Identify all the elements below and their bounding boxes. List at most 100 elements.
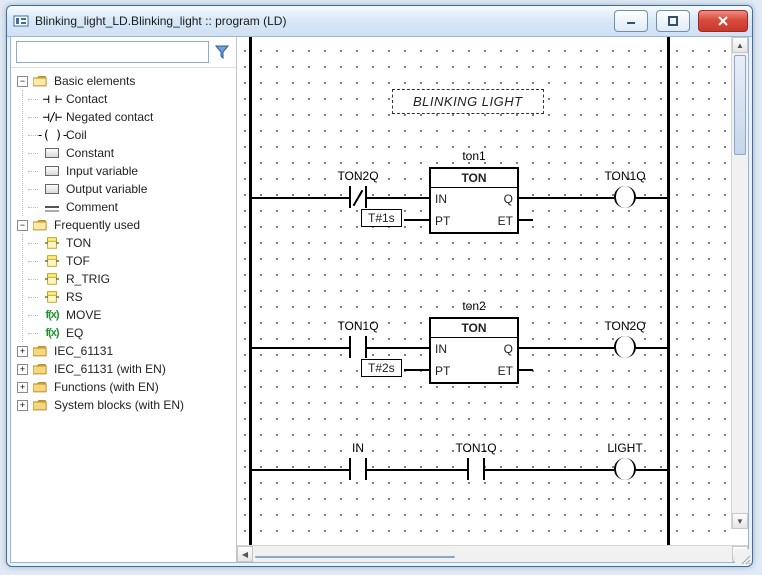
fb-pin: Q [504,192,513,206]
tree-item-label: Coil [64,126,89,144]
block-icon [44,163,60,179]
horizontal-scrollbar[interactable]: ◀ ▶ [237,545,748,562]
fb-pin: PT [435,364,450,378]
tree-item-label: TOF [64,252,92,270]
tree-item-label: R_TRIG [64,270,112,288]
fb-icon [44,235,60,251]
contact-IN[interactable] [349,458,367,480]
contact-TON2Q[interactable] [349,186,367,208]
titlebar[interactable]: Blinking_light_LD.Blinking_light :: prog… [7,6,752,37]
tree-item-label: Output variable [64,180,149,198]
tree-item-contact[interactable]: ⊣ ⊢ Contact [39,90,234,108]
tree-item-eq[interactable]: f(x) EQ [39,324,234,342]
tree-group-freq[interactable]: − Frequently used [15,216,234,234]
toolbox-tree[interactable]: − Basic elements ⊣ ⊢ Contact ⊣/⊢ Negated… [11,68,236,562]
maximize-icon [668,16,678,26]
tree-item-constant[interactable]: Constant [39,144,234,162]
right-power-rail [667,37,670,545]
coil-TON2Q[interactable] [614,336,636,358]
contact-label: TON2Q [337,169,378,183]
fb-icon [44,271,60,287]
scroll-down-button[interactable]: ▼ [732,513,748,529]
collapse-icon[interactable]: − [17,220,28,231]
block-icon [44,181,60,197]
window-frame: Blinking_light_LD.Blinking_light :: prog… [6,5,753,567]
expand-icon[interactable]: + [17,382,28,393]
fb-pin: ET [498,214,513,228]
tree-item-rtrig[interactable]: R_TRIG [39,270,234,288]
fb-pin: IN [435,192,447,206]
fb-icon [44,289,60,305]
ladder-canvas[interactable]: BLINKING LIGHTTON2Qton1 TON INQ PTET T#1… [237,37,732,545]
minimize-button[interactable] [614,10,648,32]
expand-icon[interactable]: + [17,364,28,375]
wire [249,469,349,471]
expand-icon[interactable]: + [17,400,28,411]
tree-item-label: Input variable [64,162,140,180]
resize-grip[interactable] [735,549,751,565]
fb-instance-label: ton2 [462,299,485,313]
maximize-button[interactable] [656,10,690,32]
coil-TON1Q[interactable] [614,186,636,208]
fx-icon: f(x) [44,307,60,323]
tree-group-sys[interactable]: + System blocks (with EN) [15,396,234,414]
contact-TON1Q[interactable] [349,336,367,358]
wire [519,197,614,199]
time-constant[interactable]: T#1s [361,209,402,227]
tree-group-iec[interactable]: + IEC_61131 [15,342,234,360]
tree-group-iecen[interactable]: + IEC_61131 (with EN) [15,360,234,378]
fb-type-label: TON [431,319,517,338]
tree-group-label: System blocks (with EN) [52,396,186,414]
rung-comment[interactable]: BLINKING LIGHT [392,89,544,114]
collapse-icon[interactable]: − [17,76,28,87]
tree-item-comment[interactable]: Comment [39,198,234,216]
wire [485,469,614,471]
tree-item-move[interactable]: f(x) MOVE [39,306,234,324]
coil-LIGHT[interactable] [614,458,636,480]
tree-item-inputvar[interactable]: Input variable [39,162,234,180]
horizontal-scroll-thumb[interactable] [255,556,455,558]
fb-pin: Q [504,342,513,356]
folder-icon [32,397,48,413]
filter-button[interactable] [213,42,231,62]
vertical-scroll-thumb[interactable] [734,55,746,155]
function-block-ton2[interactable]: TON INQ PTET [429,317,519,384]
time-constant[interactable]: T#2s [361,359,402,377]
app-icon [13,13,29,29]
tree-item-label: MOVE [64,306,103,324]
vertical-scrollbar[interactable]: ▲ ▼ [731,37,748,529]
wire [249,197,349,199]
close-button[interactable] [698,10,748,32]
wire [519,347,614,349]
function-block-ton1[interactable]: TON INQ PTET [429,167,519,234]
tree-group-label: Basic elements [52,72,137,90]
coil-label: TON2Q [604,319,645,333]
tree-item-ton[interactable]: TON [39,234,234,252]
tree-item-label: RS [64,288,85,306]
tree-item-label: Constant [64,144,116,162]
tree-item-tof[interactable]: TOF [39,252,234,270]
scroll-left-button[interactable]: ◀ [237,546,253,562]
wire [519,369,533,371]
tree-item-label: EQ [64,324,85,342]
folder-icon [32,217,48,233]
tree-item-rs[interactable]: RS [39,288,234,306]
comment-icon [44,199,60,215]
tree-item-ncontact[interactable]: ⊣/⊢ Negated contact [39,108,234,126]
tree-group-label: IEC_61131 (with EN) [52,360,168,378]
wire [636,197,667,199]
coil-label: TON1Q [604,169,645,183]
canvas-area: BLINKING LIGHTTON2Qton1 TON INQ PTET T#1… [237,37,748,562]
scroll-up-button[interactable]: ▲ [732,37,748,53]
tree-group-func[interactable]: + Functions (with EN) [15,378,234,396]
folder-icon [32,379,48,395]
tree-group-basic[interactable]: − Basic elements [15,72,234,90]
wire [367,469,467,471]
expand-icon[interactable]: + [17,346,28,357]
tree-item-coil[interactable]: -( )- Coil [39,126,234,144]
search-input[interactable] [16,41,209,63]
block-icon [44,145,60,161]
tree-item-outputvar[interactable]: Output variable [39,180,234,198]
contact-TON1Q[interactable] [467,458,485,480]
coil-label: LIGHT [607,441,642,455]
